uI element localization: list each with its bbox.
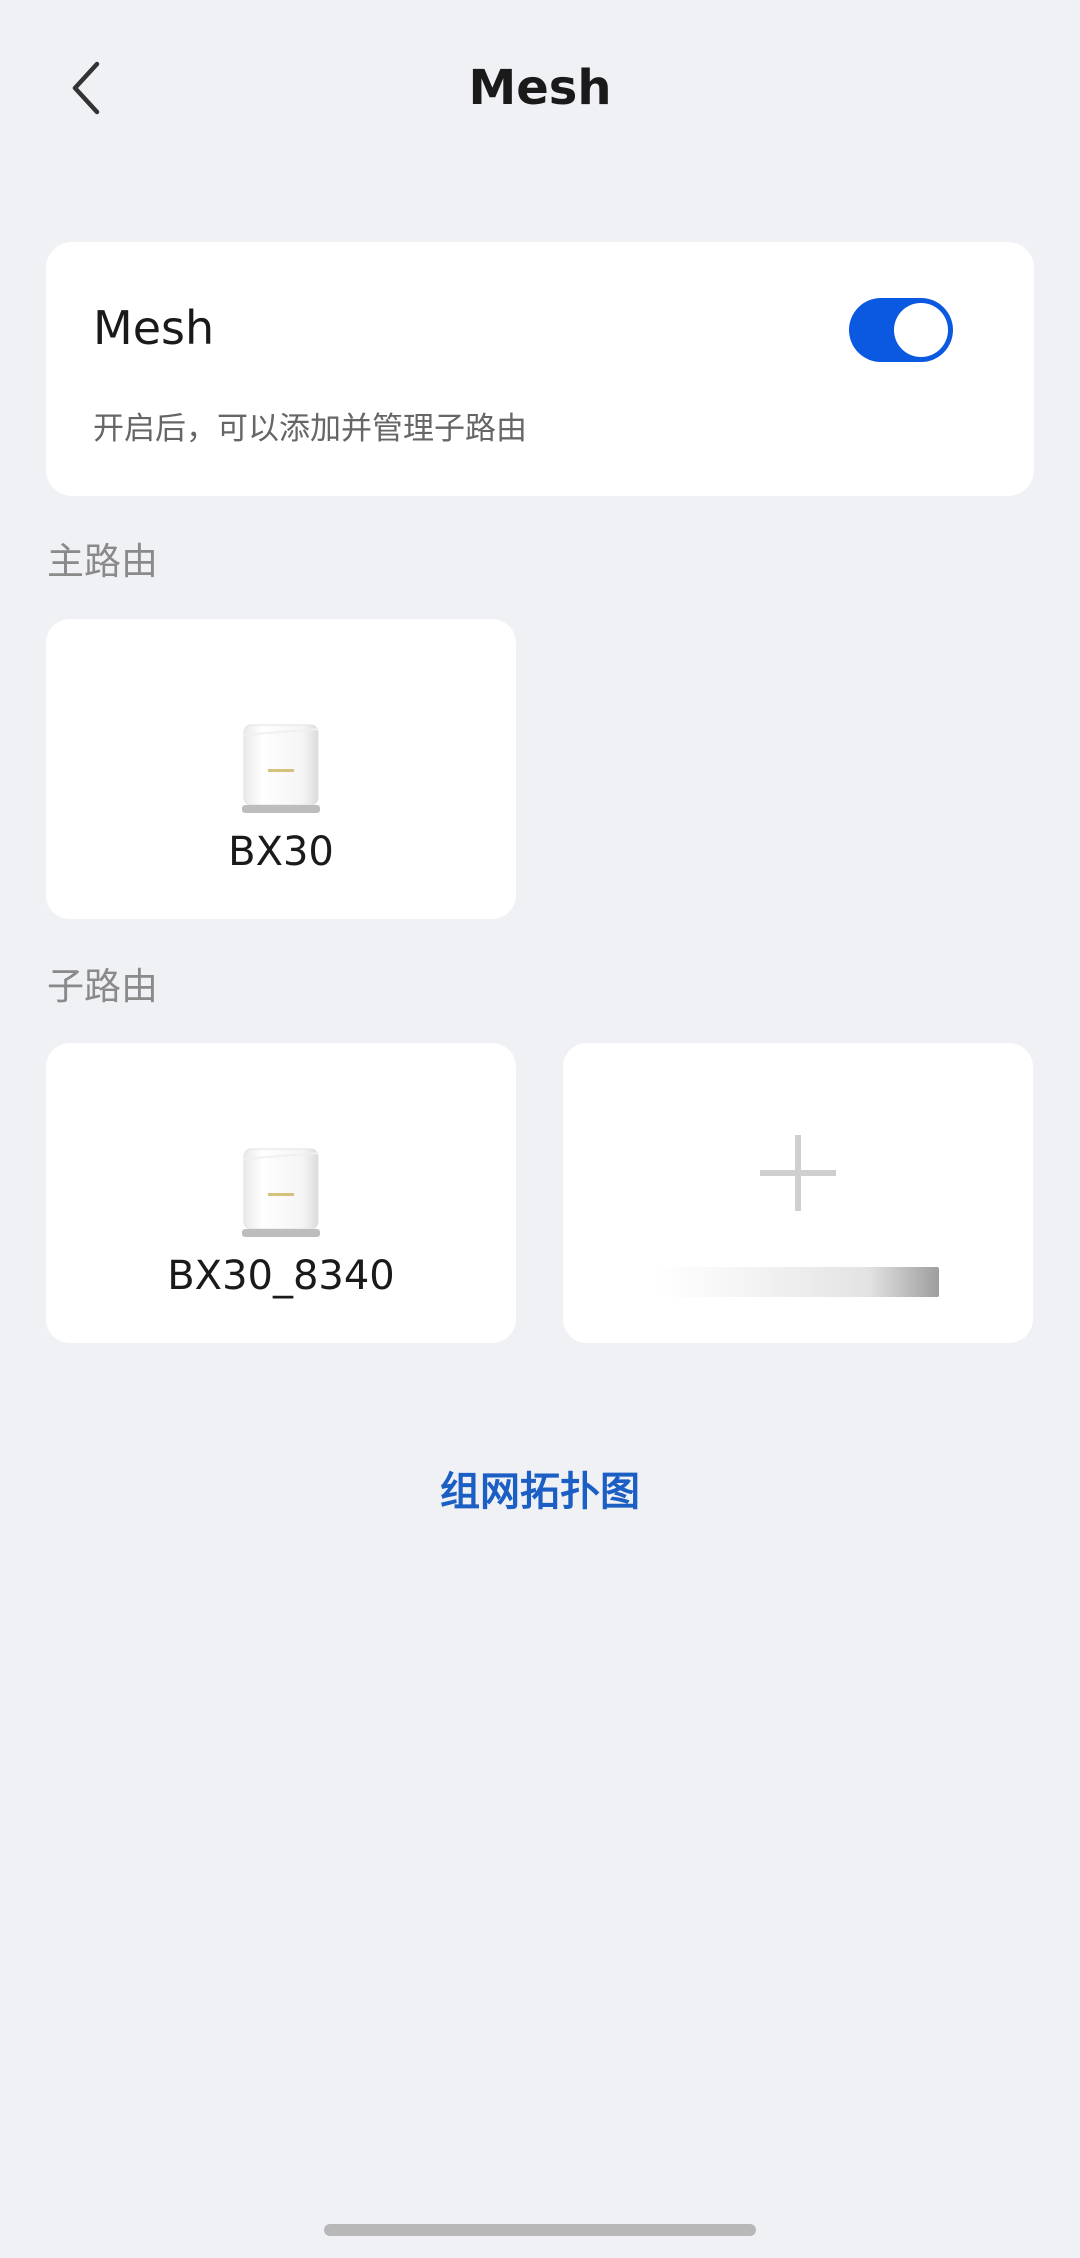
chevron-left-icon	[72, 61, 100, 115]
mesh-toggle[interactable]	[849, 298, 953, 362]
toggle-knob	[894, 303, 948, 357]
router-device-icon	[242, 724, 320, 813]
router-device-icon	[242, 1148, 320, 1237]
plus-icon	[760, 1135, 836, 1211]
sub-router-section-label: 子路由	[47, 965, 158, 1008]
mesh-description: 开启后，可以添加并管理子路由	[93, 411, 527, 447]
mesh-page: Mesh Mesh 开启后，可以添加并管理子路由 主路由 BX30 子路由 BX…	[0, 0, 1080, 2258]
page-title: Mesh	[468, 60, 612, 116]
sub-router-name: BX30_8340	[167, 1253, 395, 1299]
back-button[interactable]	[52, 52, 120, 124]
home-indicator[interactable]	[324, 2224, 756, 2236]
add-sub-router-card[interactable]	[563, 1043, 1033, 1343]
main-router-section-label: 主路由	[47, 540, 158, 583]
topology-map-link[interactable]: 组网拓扑图	[0, 1464, 1080, 1520]
blurred-label	[657, 1267, 939, 1297]
mesh-settings-card: Mesh 开启后，可以添加并管理子路由	[46, 242, 1034, 496]
main-router-name: BX30	[228, 829, 334, 875]
mesh-label: Mesh	[93, 301, 215, 355]
sub-router-card[interactable]: BX30_8340	[46, 1043, 516, 1343]
main-router-card[interactable]: BX30	[46, 619, 516, 919]
